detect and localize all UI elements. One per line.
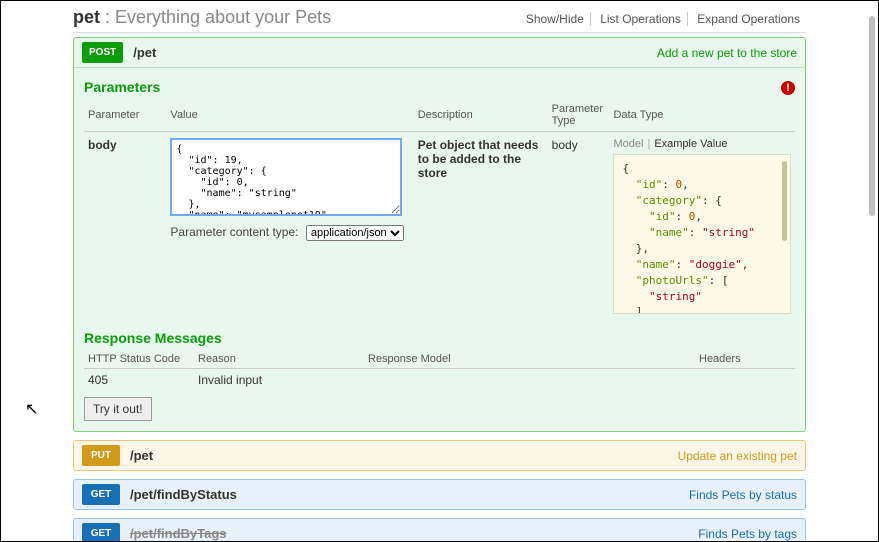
tab-model[interactable]: Model (613, 138, 643, 150)
parameters-heading: Parameters (84, 79, 160, 95)
col-value: Value (166, 99, 413, 132)
endpoint-path[interactable]: /pet/findByStatus (130, 487, 237, 502)
response-messages-table: HTTP Status Code Reason Response Model H… (84, 350, 795, 391)
method-badge: GET (82, 484, 120, 505)
endpoint-summary[interactable]: Finds Pets by status (689, 488, 797, 502)
scrollbar-thumb[interactable] (869, 16, 875, 216)
endpoint-path[interactable]: /pet/findByTags (130, 526, 227, 541)
method-badge: PUT (82, 445, 120, 466)
show-hide-link[interactable]: Show/Hide (520, 12, 591, 26)
section-header: pet : Everything about your Pets Show/Hi… (73, 7, 806, 33)
example-scrollbar[interactable] (782, 161, 787, 241)
expand-operations-link[interactable]: Expand Operations (691, 12, 806, 26)
col-ptype: Parameter Type (548, 99, 610, 132)
operation-header[interactable]: GET /pet/findByStatus Finds Pets by stat… (74, 480, 805, 509)
col-parameter: Parameter (84, 99, 166, 132)
content-type-row: Parameter content type: application/json (170, 225, 409, 241)
try-it-out-button[interactable]: Try it out! (84, 397, 152, 421)
list-operations-link[interactable]: List Operations (594, 12, 688, 26)
warning-icon[interactable]: ! (781, 81, 795, 95)
operation-post-pet: POST /pet Add a new pet to the store Par… (73, 37, 806, 432)
parameters-table: Parameter Value Description Parameter Ty… (84, 99, 795, 320)
param-type: body (548, 132, 610, 321)
endpoint-summary[interactable]: Add a new pet to the store (657, 46, 797, 60)
param-description: Pet object that needs to be added to the… (414, 132, 548, 321)
status-code: 405 (84, 369, 194, 392)
operation-get-findbytags: GET /pet/findByTags Finds Pets by tags (73, 518, 806, 542)
section-desc: : Everything about your Pets (105, 7, 331, 27)
section-tag[interactable]: pet (73, 7, 100, 27)
endpoint-path[interactable]: /pet (133, 45, 156, 60)
section-title: pet : Everything about your Pets (73, 7, 331, 28)
rcol-headers: Headers (695, 350, 795, 369)
endpoint-summary[interactable]: Update an existing pet (678, 449, 797, 463)
col-description: Description (414, 99, 548, 132)
operation-body: Parameters ! Parameter Value Description… (74, 68, 805, 431)
tab-example-value[interactable]: Example Value (654, 138, 727, 150)
table-row: 405 Invalid input (84, 369, 795, 392)
endpoint-summary[interactable]: Finds Pets by tags (698, 527, 797, 541)
datatype-tabs: Model|Example Value (613, 138, 791, 150)
col-dtype: Data Type (609, 99, 795, 132)
content-type-label: Parameter content type: (170, 225, 298, 239)
operation-header[interactable]: PUT /pet Update an existing pet (74, 441, 805, 470)
ops-links: Show/Hide List Operations Expand Operati… (520, 12, 806, 26)
example-value-box[interactable]: { "id": 0, "category": { "id": 0, "name"… (613, 154, 791, 314)
table-row: body Parameter content type: application… (84, 132, 795, 321)
operation-get-findbystatus: GET /pet/findByStatus Finds Pets by stat… (73, 479, 806, 510)
method-badge: GET (82, 523, 120, 542)
body-input[interactable] (170, 138, 402, 216)
endpoint-path[interactable]: /pet (130, 448, 153, 463)
operation-put-pet: PUT /pet Update an existing pet (73, 440, 806, 471)
operation-header[interactable]: POST /pet Add a new pet to the store (74, 38, 805, 68)
status-reason: Invalid input (194, 369, 364, 392)
content-type-select[interactable]: application/json (306, 225, 404, 241)
response-messages-heading: Response Messages (84, 330, 795, 346)
operation-header[interactable]: GET /pet/findByTags Finds Pets by tags (74, 519, 805, 542)
rcol-model: Response Model (364, 350, 695, 369)
rcol-reason: Reason (194, 350, 364, 369)
method-badge: POST (82, 42, 123, 63)
param-name: body (84, 132, 166, 321)
rcol-code: HTTP Status Code (84, 350, 194, 369)
